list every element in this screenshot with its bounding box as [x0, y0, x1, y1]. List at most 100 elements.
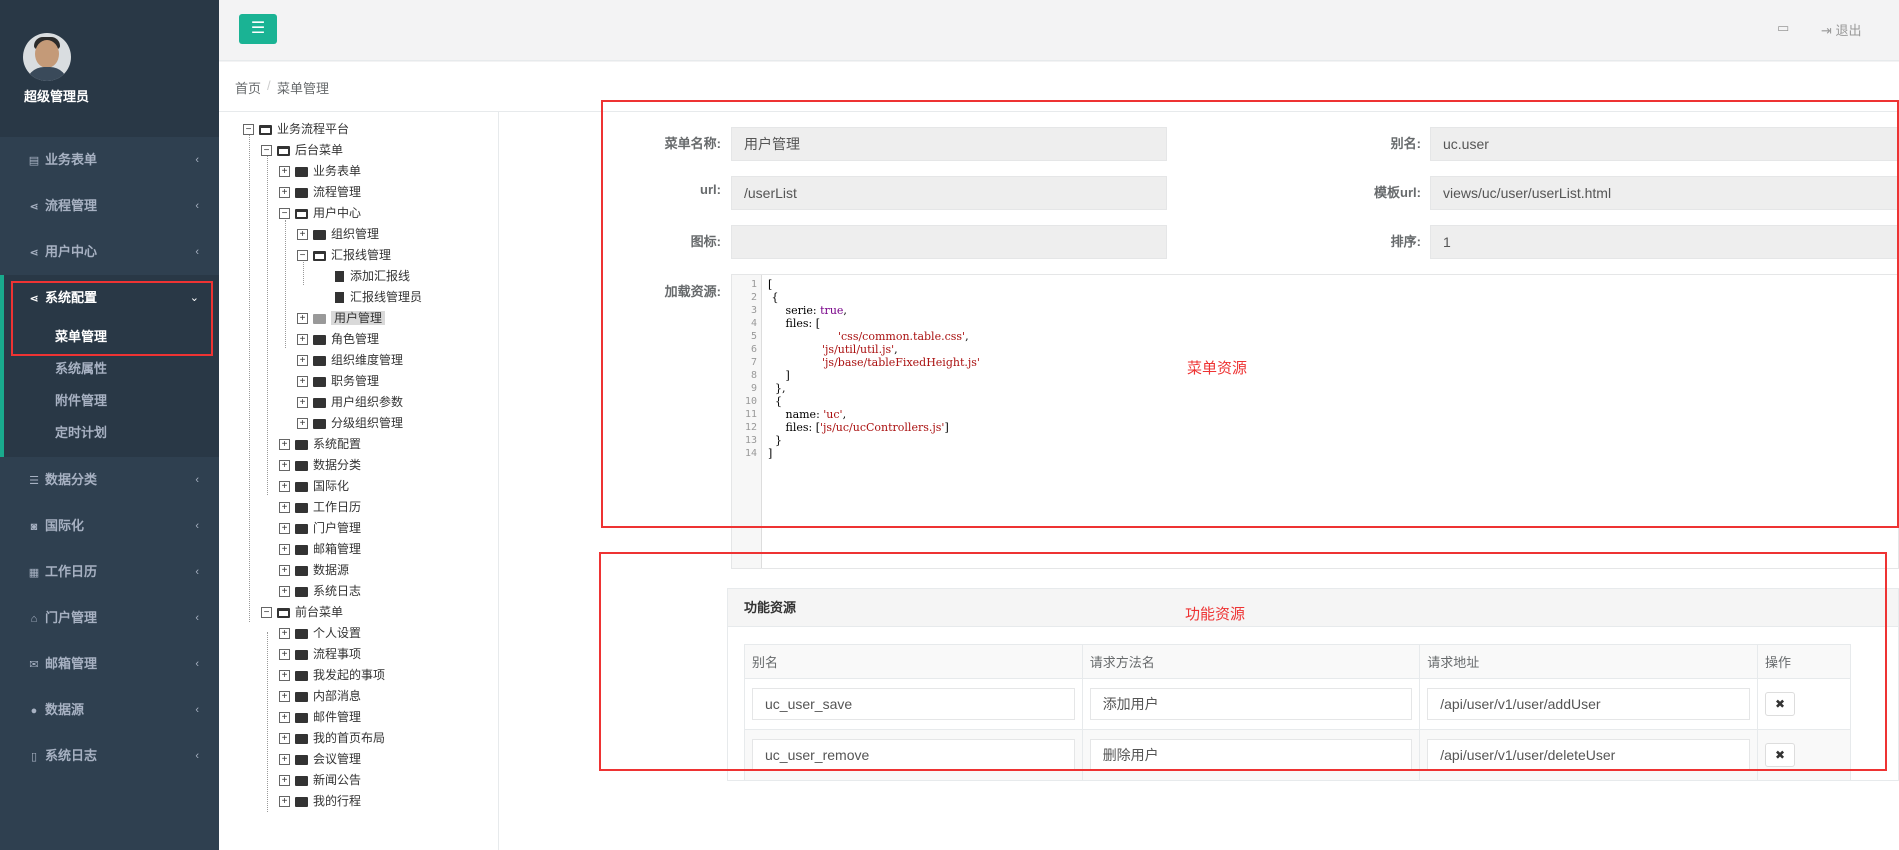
expand-icon[interactable]: +	[279, 565, 290, 577]
tree-node[interactable]: 添加汇报线	[333, 266, 410, 286]
tree-node[interactable]: + 新闻公告	[279, 770, 361, 790]
tree-node[interactable]: + 流程管理	[279, 182, 361, 202]
profile-name[interactable]: 超级管理员	[24, 86, 89, 105]
tree-node[interactable]: + 组织维度管理	[297, 350, 403, 370]
folder-icon	[295, 796, 308, 807]
expand-icon[interactable]: +	[279, 712, 290, 724]
tree-node[interactable]: + 国际化	[279, 476, 349, 496]
tree-node[interactable]: 汇报线管理员	[333, 287, 422, 307]
sign-out-icon: ⇥	[1821, 23, 1832, 38]
nav-item-calendar[interactable]: ▦ 工作日历 ‹	[0, 549, 219, 595]
folder-open-icon	[313, 250, 326, 261]
logout-link[interactable]: ⇥ 退出	[1821, 20, 1862, 39]
tree-node[interactable]: + 我的行程	[279, 791, 361, 811]
tree-node[interactable]: + 邮箱管理	[279, 539, 361, 559]
tree-node[interactable]: + 门户管理	[279, 518, 361, 538]
tree-node[interactable]: + 业务表单	[279, 161, 361, 181]
tree-node[interactable]: + 角色管理	[297, 329, 379, 349]
tree-node[interactable]: + 系统配置	[279, 434, 361, 454]
tree-node[interactable]: + 我的首页布局	[279, 728, 385, 748]
collapse-icon[interactable]: −	[279, 208, 290, 220]
tree-node[interactable]: + 系统日志	[279, 581, 361, 601]
expand-icon[interactable]: +	[279, 187, 290, 199]
avatar[interactable]	[23, 33, 71, 81]
tree-node[interactable]: + 流程事项	[279, 644, 361, 664]
tree-node[interactable]: + 用户组织参数	[297, 392, 403, 412]
tree-node[interactable]: + 会议管理	[279, 749, 361, 769]
tree-node-backend[interactable]: − 后台菜单	[261, 140, 343, 160]
nav-item-user-center[interactable]: ⋖ 用户中心 ‹	[0, 229, 219, 275]
tree-node[interactable]: + 邮件管理	[279, 707, 361, 727]
nav-item-portal[interactable]: ⌂ 门户管理 ‹	[0, 595, 219, 641]
file-icon: ▯	[30, 751, 38, 763]
chevron-left-icon: ‹	[195, 612, 199, 624]
expand-icon[interactable]: +	[279, 460, 290, 472]
expand-icon[interactable]: +	[279, 523, 290, 535]
expand-icon[interactable]: +	[279, 439, 290, 451]
chevron-left-icon: ‹	[195, 566, 199, 578]
tree-node[interactable]: − 用户中心	[279, 203, 361, 223]
tree-node[interactable]: + 个人设置	[279, 623, 361, 643]
expand-icon[interactable]: +	[279, 649, 290, 661]
nav-item-process[interactable]: ⋖ 流程管理 ‹	[0, 183, 219, 229]
nav-item-syslog[interactable]: ▯ 系统日志 ‹	[0, 733, 219, 779]
collapse-icon[interactable]: −	[243, 124, 254, 136]
nav-item-datasource[interactable]: ● 数据源 ‹	[0, 687, 219, 733]
nav-item-business-forms[interactable]: ▤ 业务表单 ‹	[0, 137, 219, 183]
expand-icon[interactable]: +	[279, 166, 290, 178]
tree-node-frontend[interactable]: − 前台菜单	[261, 602, 343, 622]
annotation-menu-resources: 菜单资源	[1187, 360, 1248, 377]
folder-open-icon	[259, 124, 272, 135]
tree-node-root[interactable]: − 业务流程平台	[243, 119, 349, 139]
tree-node[interactable]: + 内部消息	[279, 686, 361, 706]
tree-node[interactable]: + 我发起的事项	[279, 665, 385, 685]
expand-icon[interactable]: +	[279, 544, 290, 556]
expand-icon[interactable]: +	[279, 754, 290, 766]
folder-icon	[313, 418, 326, 429]
monitor-icon[interactable]: ▭	[1777, 20, 1789, 36]
expand-icon[interactable]: +	[297, 355, 308, 367]
nav-item-mailbox[interactable]: ✉ 邮箱管理 ‹	[0, 641, 219, 687]
expand-icon[interactable]: +	[279, 775, 290, 787]
expand-icon[interactable]: +	[297, 229, 308, 241]
nav-item-data-category[interactable]: ☰ 数据分类 ‹	[0, 457, 219, 503]
sub-item-system-properties[interactable]: 系统属性	[4, 353, 219, 385]
top-navbar: ☰ ▭ ⇥ 退出	[219, 0, 1899, 61]
expand-icon[interactable]: +	[297, 334, 308, 346]
expand-icon[interactable]: +	[279, 586, 290, 598]
tree-node[interactable]: + 工作日历	[279, 497, 361, 517]
collapse-icon[interactable]: −	[261, 607, 272, 619]
folder-icon	[313, 355, 326, 366]
expand-icon[interactable]: +	[297, 397, 308, 409]
collapse-icon[interactable]: −	[261, 145, 272, 157]
folder-icon	[295, 754, 308, 765]
expand-icon[interactable]: +	[279, 733, 290, 745]
expand-icon[interactable]: +	[297, 376, 308, 388]
tree-node[interactable]: + 数据源	[279, 560, 349, 580]
chevron-left-icon: ‹	[195, 520, 199, 532]
sub-item-scheduler[interactable]: 定时计划	[4, 417, 219, 449]
breadcrumb-home[interactable]: 首页	[235, 78, 261, 97]
expand-icon[interactable]: +	[297, 313, 308, 325]
nav-item-i18n[interactable]: ◙ 国际化 ‹	[0, 503, 219, 549]
expand-icon[interactable]: +	[279, 502, 290, 514]
menu-toggle-button[interactable]: ☰	[239, 14, 277, 44]
expand-icon[interactable]: +	[279, 691, 290, 703]
tree-node[interactable]: + 分级组织管理	[297, 413, 403, 433]
tree-node[interactable]: + 组织管理	[297, 224, 379, 244]
tree-node[interactable]: − 汇报线管理	[297, 245, 391, 265]
tree-node[interactable]: + 数据分类	[279, 455, 361, 475]
expand-icon[interactable]: +	[279, 670, 290, 682]
expand-icon[interactable]: +	[279, 796, 290, 808]
sub-item-attachments[interactable]: 附件管理	[4, 385, 219, 417]
chevron-left-icon: ‹	[195, 246, 199, 258]
expand-icon[interactable]: +	[297, 418, 308, 430]
breadcrumb-separator: /	[267, 78, 271, 93]
tree-node-selected[interactable]: + 用户管理	[297, 308, 386, 328]
expand-icon[interactable]: +	[279, 481, 290, 493]
folder-icon	[295, 166, 308, 177]
tree-node[interactable]: + 职务管理	[297, 371, 379, 391]
collapse-icon[interactable]: −	[297, 250, 308, 262]
chevron-left-icon: ‹	[195, 200, 199, 212]
expand-icon[interactable]: +	[279, 628, 290, 640]
